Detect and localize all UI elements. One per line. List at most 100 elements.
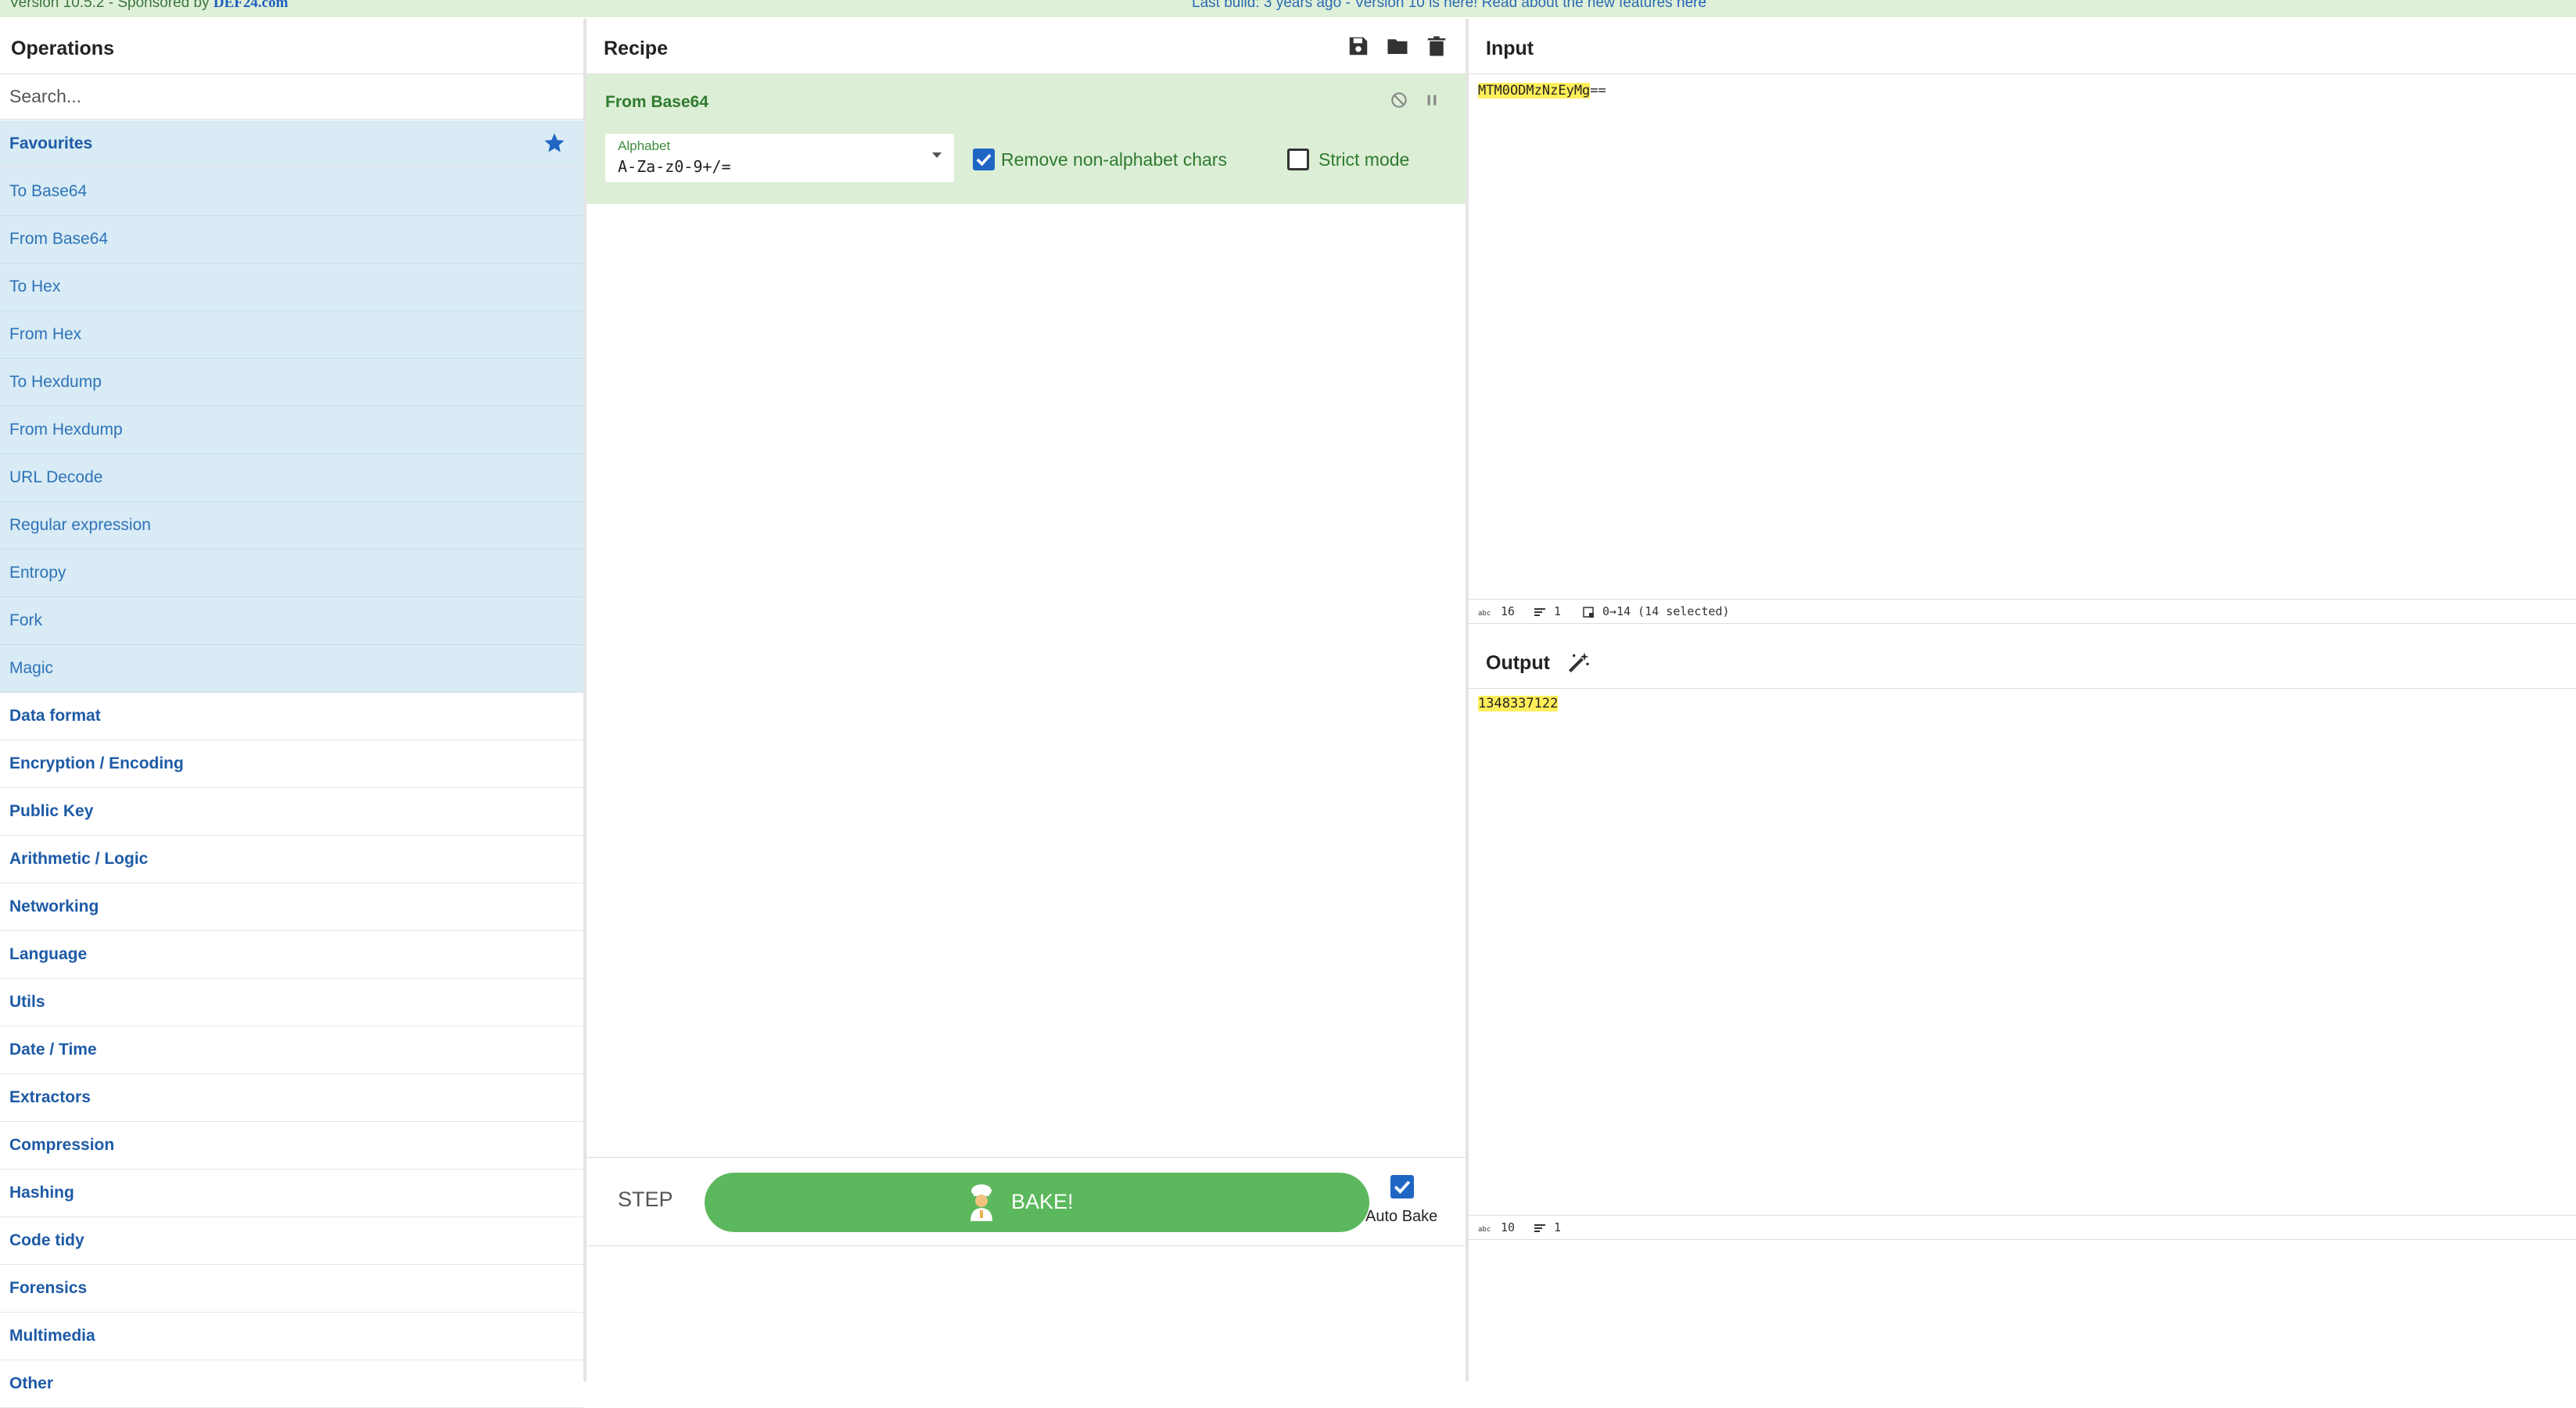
- operation-item[interactable]: From Hexdump: [0, 407, 583, 454]
- category-item[interactable]: Date / Time: [0, 1026, 583, 1074]
- category-label: Utils: [9, 993, 45, 1011]
- version-text: Version 10.5.2 - Sponsored by: [9, 0, 213, 11]
- operation-item[interactable]: To Hexdump: [0, 359, 583, 407]
- top-banner: Version 10.5.2 - Sponsored by DEF24.com …: [0, 0, 2576, 17]
- recipe-title: Recipe: [604, 38, 668, 59]
- output-area[interactable]: 1348337122: [1478, 696, 1559, 711]
- bake-label: BAKE!: [1011, 1190, 1074, 1213]
- operation-item[interactable]: To Base64: [0, 168, 583, 216]
- lines-value: 1: [1554, 1220, 1562, 1234]
- svg-text:abc: abc: [1478, 1226, 1491, 1233]
- selection-stat: 0→14 (14 selected): [1583, 604, 1730, 618]
- disable-icon[interactable]: [1389, 90, 1409, 110]
- category-label: Code tidy: [9, 1231, 84, 1249]
- category-item[interactable]: Data format: [0, 693, 583, 740]
- operation-item[interactable]: From Base64: [0, 216, 583, 263]
- category-label: Arithmetic / Logic: [9, 850, 149, 868]
- category-item[interactable]: Networking: [0, 883, 583, 931]
- length-icon: abc: [1478, 610, 1491, 617]
- operation-item[interactable]: URL Decode: [0, 454, 583, 502]
- operations-title: Operations: [11, 38, 114, 59]
- length-stat: abc 16: [1478, 604, 1515, 618]
- lines-icon: [1534, 1223, 1545, 1232]
- check-icon: [976, 153, 992, 167]
- operation-item[interactable]: From Hex: [0, 311, 583, 359]
- recipe-panel: Recipe From Base64 Alphabet A-Za-z0-9+/=…: [587, 19, 1469, 1381]
- auto-bake-checkbox[interactable]: [1390, 1175, 1414, 1198]
- chef-icon: [970, 1184, 992, 1221]
- category-label: Extractors: [9, 1088, 91, 1106]
- operation-label: Regular expression: [9, 516, 151, 534]
- pause-icon[interactable]: [1422, 90, 1442, 110]
- category-label: Favourites: [9, 134, 93, 152]
- star-icon[interactable]: [543, 131, 566, 155]
- category-item[interactable]: Extractors: [0, 1074, 583, 1122]
- length-stat: abc 10: [1478, 1220, 1515, 1234]
- operations-header: Operations: [0, 19, 583, 74]
- category-item[interactable]: Arithmetic / Logic: [0, 836, 583, 883]
- category-item[interactable]: Compression: [0, 1122, 583, 1170]
- operation-item[interactable]: Entropy: [0, 550, 583, 597]
- lines-value: 1: [1554, 604, 1562, 618]
- selection-value: 0→14 (14 selected): [1602, 604, 1730, 618]
- category-item[interactable]: Encryption / Encoding: [0, 740, 583, 788]
- selection-icon: [1583, 606, 1594, 618]
- input-selected-text: MTM0ODMzNzEyMg: [1478, 83, 1591, 99]
- operation-item[interactable]: Fork: [0, 597, 583, 645]
- operation-item[interactable]: To Hex: [0, 263, 583, 311]
- operation-label: From Base64: [9, 230, 109, 248]
- bake-button[interactable]: BAKE!: [705, 1173, 1369, 1232]
- category-item[interactable]: Public Key: [0, 788, 583, 836]
- features-link[interactable]: here: [1677, 0, 1706, 11]
- operation-label: URL Decode: [9, 468, 103, 486]
- category-item[interactable]: Multimedia: [0, 1313, 583, 1360]
- category-favourites[interactable]: Favourites: [0, 120, 583, 168]
- folder-icon[interactable]: [1386, 34, 1409, 58]
- category-item[interactable]: Forensics: [0, 1265, 583, 1313]
- lines-stat: 1: [1534, 604, 1561, 618]
- operation-item[interactable]: Regular expression: [0, 502, 583, 550]
- category-item[interactable]: Language: [0, 931, 583, 979]
- search-input[interactable]: [0, 74, 583, 120]
- category-label: Multimedia: [9, 1327, 95, 1345]
- alphabet-value: A-Za-z0-9+/=: [618, 157, 731, 176]
- recipe-header: Recipe: [587, 19, 1466, 74]
- strict-mode-checkbox[interactable]: [1287, 149, 1309, 170]
- output-title: Output: [1486, 652, 1550, 674]
- operation-name: From Base64: [605, 93, 709, 111]
- operations-list: Favourites To Base64 From Base64 To Hex …: [0, 120, 583, 1408]
- length-icon: abc: [1478, 1226, 1491, 1233]
- operation-label: To Hex: [9, 278, 61, 296]
- operation-label: From Hex: [9, 325, 82, 343]
- sponsor-link[interactable]: DEF24.com: [213, 0, 289, 11]
- category-item[interactable]: Other: [0, 1360, 583, 1408]
- category-label: Networking: [9, 897, 99, 915]
- bake-bar: STEP BAKE! Auto Bake: [587, 1157, 1466, 1246]
- build-text: Last build: 3 years ago - Version 10 is …: [1192, 0, 1677, 11]
- category-item[interactable]: Code tidy: [0, 1217, 583, 1265]
- category-item[interactable]: Hashing: [0, 1170, 583, 1217]
- remove-nonalpha-checkbox[interactable]: [973, 149, 995, 170]
- step-button[interactable]: STEP: [618, 1188, 673, 1212]
- operation-item[interactable]: Magic: [0, 645, 583, 693]
- alphabet-select[interactable]: Alphabet A-Za-z0-9+/=: [605, 134, 954, 182]
- trash-icon[interactable]: [1425, 34, 1448, 58]
- magic-wand-icon[interactable]: [1566, 650, 1591, 675]
- recipe-operation-from-base64[interactable]: From Base64 Alphabet A-Za-z0-9+/= Remove…: [587, 74, 1466, 204]
- svg-text:abc: abc: [1478, 610, 1491, 617]
- remove-nonalpha-label: Remove non-alphabet chars: [1001, 149, 1227, 170]
- input-title: Input: [1486, 38, 1534, 59]
- alphabet-label: Alphabet: [618, 138, 671, 153]
- lines-stat: 1: [1534, 1220, 1561, 1234]
- category-item[interactable]: Utils: [0, 979, 583, 1026]
- output-header: Output: [1469, 636, 2576, 689]
- output-status-bar: abc 10 1: [1469, 1215, 2576, 1240]
- chevron-down-icon: [932, 152, 942, 158]
- operation-label: To Hexdump: [9, 373, 102, 391]
- category-label: Compression: [9, 1136, 115, 1154]
- category-label: Hashing: [9, 1184, 74, 1202]
- input-header: Input: [1469, 19, 2576, 74]
- output-text: 1348337122: [1478, 696, 1559, 711]
- save-icon[interactable]: [1347, 34, 1370, 58]
- input-textarea[interactable]: MTM0ODMzNzEyMg==: [1478, 83, 1606, 99]
